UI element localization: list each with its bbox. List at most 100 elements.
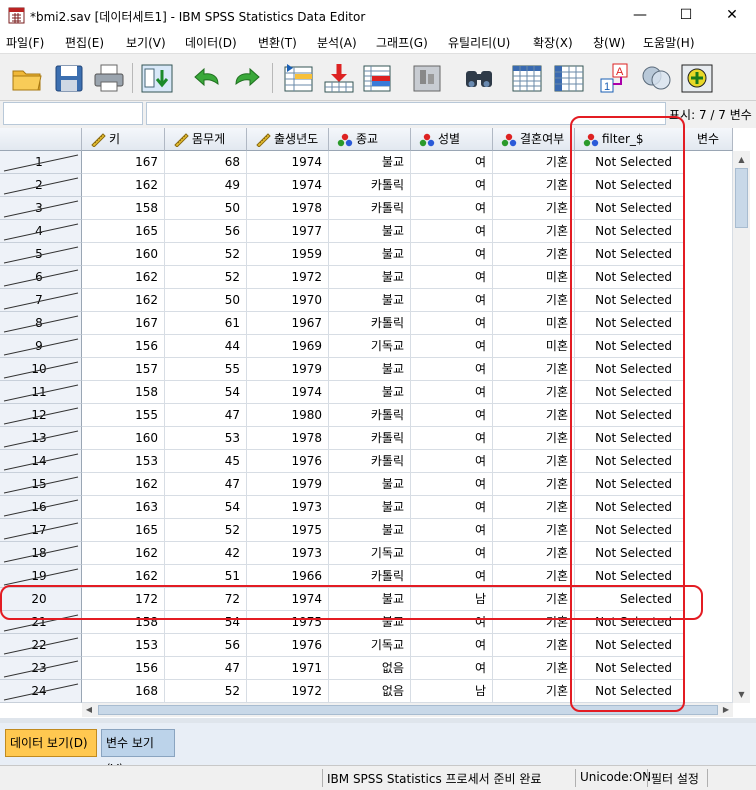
data-cell[interactable]: Not Selected	[575, 473, 685, 496]
menu-edit[interactable]: 편집(E)	[65, 34, 104, 51]
data-cell[interactable]: 45	[165, 450, 247, 473]
data-cell[interactable]: 불교	[329, 289, 411, 312]
data-cell[interactable]: 카톨릭	[329, 404, 411, 427]
column-header[interactable]: 결혼여부	[493, 128, 575, 151]
data-cell[interactable]: Not Selected	[575, 404, 685, 427]
data-cell[interactable]: 남	[411, 588, 493, 611]
data-cell[interactable]: 50	[165, 197, 247, 220]
data-cell[interactable]: Not Selected	[575, 266, 685, 289]
data-cell[interactable]: 1971	[247, 657, 329, 680]
minimize-button[interactable]: —	[617, 0, 663, 31]
data-cell[interactable]: 56	[165, 634, 247, 657]
data-cell[interactable]: Selected	[575, 588, 685, 611]
insert-variable-icon[interactable]	[552, 62, 586, 94]
data-cell[interactable]: 여	[411, 611, 493, 634]
data-cell[interactable]: 여	[411, 542, 493, 565]
data-cell[interactable]: Not Selected	[575, 197, 685, 220]
data-cell[interactable]: 여	[411, 565, 493, 588]
data-cell[interactable]: 165	[82, 519, 165, 542]
scroll-down-icon[interactable]: ▼	[733, 686, 750, 703]
data-cell[interactable]: 기독교	[329, 542, 411, 565]
row-header[interactable]: 24	[0, 680, 82, 703]
scroll-up-icon[interactable]: ▲	[733, 151, 750, 168]
data-cell[interactable]: 카톨릭	[329, 312, 411, 335]
find-icon[interactable]	[462, 62, 496, 94]
data-cell[interactable]: 1974	[247, 151, 329, 174]
row-header[interactable]: 22	[0, 634, 82, 657]
row-header[interactable]: 3	[0, 197, 82, 220]
row-header[interactable]: 20	[0, 588, 82, 611]
insert-cases-icon[interactable]	[510, 62, 544, 94]
data-cell[interactable]: 여	[411, 151, 493, 174]
data-cell[interactable]: 47	[165, 473, 247, 496]
column-header[interactable]: 키	[82, 128, 165, 151]
data-cell[interactable]: 기혼	[493, 220, 575, 243]
data-cell[interactable]: 162	[82, 174, 165, 197]
row-header[interactable]: 9	[0, 335, 82, 358]
data-cell[interactable]: 여	[411, 174, 493, 197]
data-cell[interactable]: Not Selected	[575, 496, 685, 519]
data-cell[interactable]: 불교	[329, 496, 411, 519]
data-cell[interactable]: 기혼	[493, 565, 575, 588]
data-cell[interactable]: 1972	[247, 266, 329, 289]
data-cell[interactable]: 1967	[247, 312, 329, 335]
row-header[interactable]: 1	[0, 151, 82, 174]
row-header[interactable]: 5	[0, 243, 82, 266]
data-cell[interactable]: 156	[82, 657, 165, 680]
data-cell[interactable]: 카톨릭	[329, 174, 411, 197]
row-header[interactable]: 2	[0, 174, 82, 197]
data-cell[interactable]: 1974	[247, 588, 329, 611]
data-cell[interactable]: Not Selected	[575, 680, 685, 703]
row-header[interactable]: 17	[0, 519, 82, 542]
spelling-icon[interactable]	[680, 62, 714, 94]
row-header[interactable]: 10	[0, 358, 82, 381]
data-cell[interactable]: 여	[411, 473, 493, 496]
cell-value-editor[interactable]	[146, 102, 666, 125]
row-header[interactable]: 15	[0, 473, 82, 496]
data-cell[interactable]: 여	[411, 220, 493, 243]
data-cell[interactable]: Not Selected	[575, 335, 685, 358]
data-cell[interactable]: 1974	[247, 381, 329, 404]
data-cell[interactable]: Not Selected	[575, 542, 685, 565]
data-cell[interactable]: 여	[411, 197, 493, 220]
menu-view[interactable]: 보기(V)	[126, 34, 166, 51]
data-cell[interactable]: 160	[82, 427, 165, 450]
data-cell[interactable]: 기혼	[493, 473, 575, 496]
data-cell[interactable]: 여	[411, 427, 493, 450]
data-cell[interactable]: 153	[82, 634, 165, 657]
data-cell[interactable]: Not Selected	[575, 427, 685, 450]
data-cell[interactable]: Not Selected	[575, 243, 685, 266]
data-cell[interactable]: 162	[82, 565, 165, 588]
data-cell[interactable]: 162	[82, 542, 165, 565]
data-cell[interactable]: 1975	[247, 519, 329, 542]
goto-variable-icon[interactable]	[322, 62, 356, 94]
data-cell[interactable]: 42	[165, 542, 247, 565]
data-cell[interactable]: 54	[165, 611, 247, 634]
data-cell[interactable]: 1972	[247, 680, 329, 703]
data-cell[interactable]: 1976	[247, 634, 329, 657]
data-cell[interactable]: 47	[165, 657, 247, 680]
data-cell[interactable]: 1969	[247, 335, 329, 358]
grid-corner[interactable]	[0, 128, 82, 151]
data-cell[interactable]: 카톨릭	[329, 197, 411, 220]
data-cell[interactable]: 47	[165, 404, 247, 427]
data-cell[interactable]: 55	[165, 358, 247, 381]
data-cell[interactable]: 160	[82, 243, 165, 266]
data-cell[interactable]: 1978	[247, 427, 329, 450]
data-cell[interactable]: 157	[82, 358, 165, 381]
data-cell[interactable]: 158	[82, 381, 165, 404]
data-cell[interactable]: 기혼	[493, 197, 575, 220]
data-cell[interactable]: 44	[165, 335, 247, 358]
data-cell[interactable]: 불교	[329, 151, 411, 174]
data-cell[interactable]: 기혼	[493, 680, 575, 703]
row-header[interactable]: 23	[0, 657, 82, 680]
data-cell[interactable]: 1977	[247, 220, 329, 243]
data-cell[interactable]: 불교	[329, 588, 411, 611]
column-header[interactable]: 몸무게	[165, 128, 247, 151]
data-cell[interactable]: 없음	[329, 657, 411, 680]
data-cell[interactable]: 불교	[329, 220, 411, 243]
data-cell[interactable]: 1976	[247, 450, 329, 473]
data-cell[interactable]: 기혼	[493, 404, 575, 427]
data-cell[interactable]: 53	[165, 427, 247, 450]
data-cell[interactable]: 172	[82, 588, 165, 611]
